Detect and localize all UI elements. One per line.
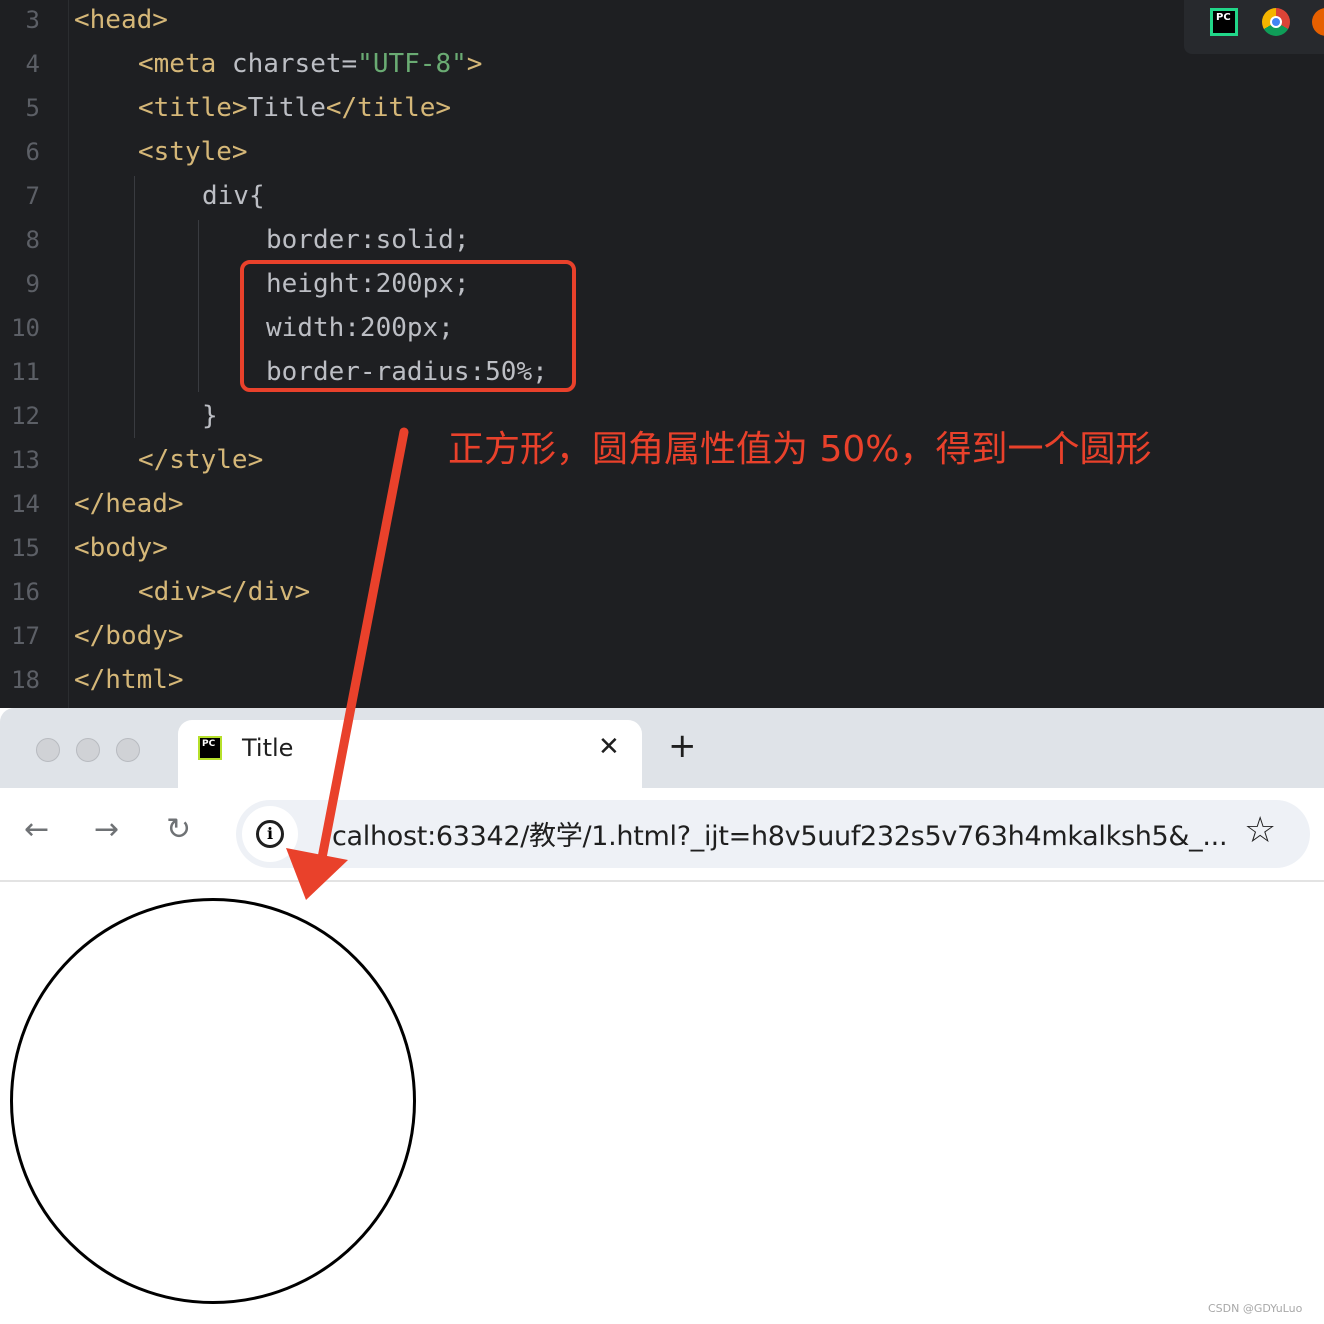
- code-line[interactable]: <div></div>: [138, 570, 310, 614]
- pycharm-icon[interactable]: PC: [1210, 8, 1238, 36]
- code-line[interactable]: <body>: [74, 526, 168, 570]
- line-number: 11: [11, 358, 40, 386]
- line-number: 16: [11, 578, 40, 606]
- line-number: 5: [25, 94, 40, 122]
- url-text[interactable]: calhost:63342/教学/1.html?_ijt=h8v5uuf232s…: [332, 814, 1228, 853]
- tab-title-label: Title: [242, 734, 294, 762]
- code-token: div{: [202, 181, 265, 211]
- code-token: <body>: [74, 533, 168, 563]
- close-tab-icon[interactable]: ✕: [598, 732, 620, 762]
- code-line[interactable]: <head>: [74, 0, 168, 42]
- code-line[interactable]: <title>Title</title>: [138, 86, 451, 130]
- code-token: >: [466, 49, 483, 79]
- code-token: </html>: [74, 665, 184, 695]
- code-token: charset=: [216, 49, 358, 79]
- bookmark-star-icon[interactable]: ☆: [1244, 810, 1276, 851]
- rendered-circle-div: [10, 898, 416, 1304]
- code-token: border:solid;: [266, 225, 470, 255]
- annotation-text: 正方形，圆角属性值为 50%，得到一个圆形: [448, 429, 1152, 470]
- watermark: CSDN @GDYuLuo: [1208, 1302, 1303, 1315]
- line-number: 7: [25, 182, 40, 210]
- window-minimize-button[interactable]: [76, 738, 100, 762]
- indent-guide: [198, 220, 199, 392]
- chrome-icon[interactable]: [1262, 8, 1290, 36]
- code-token: "UTF-8": [357, 49, 467, 79]
- code-token: <title>: [138, 93, 248, 123]
- code-line[interactable]: </html>: [74, 658, 184, 702]
- code-token: <div></div>: [138, 577, 311, 607]
- gutter-separator: [68, 0, 69, 708]
- reload-icon[interactable]: ↻: [166, 812, 191, 847]
- code-token: </style>: [138, 445, 264, 475]
- site-info-button[interactable]: i: [242, 806, 298, 862]
- code-token: <head>: [74, 5, 168, 35]
- code-line[interactable]: <meta charset="UTF-8">: [138, 42, 482, 86]
- back-arrow-icon[interactable]: ←: [24, 812, 49, 847]
- line-number: 8: [25, 226, 40, 254]
- code-token: }: [202, 401, 218, 431]
- browser-toolbar: ← → ↻ i calhost:63342/教学/1.html?_ijt=h8v…: [0, 788, 1324, 882]
- info-icon: i: [256, 820, 284, 848]
- line-number: 18: [11, 666, 40, 694]
- code-line[interactable]: div{: [202, 174, 265, 218]
- line-number: 17: [11, 622, 40, 650]
- line-number: 9: [25, 270, 40, 298]
- code-line[interactable]: }: [202, 394, 218, 438]
- line-number: 12: [11, 402, 40, 430]
- code-line[interactable]: </body>: [74, 614, 184, 658]
- code-line[interactable]: <style>: [138, 130, 248, 174]
- pycharm-favicon-icon: PC: [198, 736, 222, 760]
- code-token: </body>: [74, 621, 184, 651]
- code-editor: 3 4 5 6 7 8 9 10 11 12 13 14 15 16 17 18 <head> <meta ch…: [0, 0, 1324, 708]
- forward-arrow-icon[interactable]: →: [94, 812, 119, 847]
- line-number-gutter: 3 4 5 6 7 8 9 10 11 12 13 14 15 16 17 18: [0, 0, 62, 708]
- window-zoom-button[interactable]: [116, 738, 140, 762]
- new-tab-button[interactable]: +: [668, 726, 697, 766]
- address-bar[interactable]: i calhost:63342/教学/1.html?_ijt=h8v5uuf23…: [236, 800, 1310, 868]
- code-token: <meta: [138, 49, 217, 79]
- line-number: 14: [11, 490, 40, 518]
- line-number: 3: [25, 6, 40, 34]
- line-number: 15: [11, 534, 40, 562]
- code-line[interactable]: </style>: [138, 438, 263, 482]
- code-token: </head>: [74, 489, 184, 519]
- browser-launch-bar: [1184, 0, 1324, 54]
- tab-strip: PC Title ✕ +: [0, 708, 1324, 788]
- indent-guide: [134, 176, 135, 438]
- code-line[interactable]: </head>: [74, 482, 184, 526]
- line-number: 6: [25, 138, 40, 166]
- code-token: <style>: [138, 137, 248, 167]
- code-token: Title: [247, 93, 326, 123]
- line-number: 4: [25, 50, 40, 78]
- line-number: 10: [11, 314, 40, 342]
- highlight-box: [240, 260, 576, 392]
- window-close-button[interactable]: [36, 738, 60, 762]
- code-line[interactable]: border:solid;: [266, 218, 470, 262]
- tab-title[interactable]: PC Title ✕: [178, 720, 642, 788]
- code-token: </title>: [325, 93, 452, 123]
- line-number: 13: [11, 446, 40, 474]
